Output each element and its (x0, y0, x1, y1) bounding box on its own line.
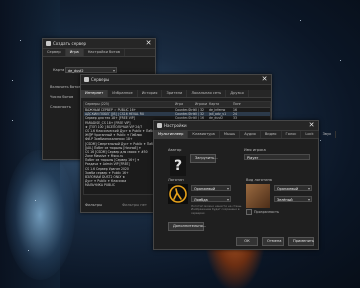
tab-video[interactable]: Видео (261, 131, 282, 138)
advanced-button[interactable]: Дополнительно... (168, 222, 206, 231)
tab-mouse[interactable]: Мышь (220, 131, 241, 138)
tab-lan[interactable]: Локальная сеть (187, 90, 227, 97)
close-icon[interactable]: ✕ (145, 40, 152, 47)
nickname-input[interactable]: Player (244, 154, 310, 160)
servers-titlebar[interactable]: Серверы ✕ (81, 75, 271, 85)
tab-game[interactable]: Игра (65, 49, 84, 56)
bot-count-label: Число ботов (50, 95, 74, 99)
column-players[interactable]: Игроки (195, 102, 209, 107)
app-icon (157, 123, 162, 128)
color-two-select[interactable]: Зелёный (274, 196, 312, 203)
tab-multiplayer[interactable]: Мультиплеер (154, 131, 189, 138)
settings-window: Настройки ✕ Мультиплеер Клавиатура Мышь … (153, 120, 337, 250)
tab-internet[interactable]: Интернет (81, 90, 109, 97)
nickname-label: Имя игрока (244, 148, 266, 152)
logo-label: Логотип (168, 178, 184, 182)
servers-tabs: Интернет Избранное История Зрители Локал… (81, 90, 271, 98)
tab-audio[interactable]: Аудио (240, 131, 261, 138)
column-name[interactable]: Серверы (225) (84, 102, 175, 107)
upload-button[interactable]: Загрузить... (190, 154, 218, 163)
close-icon[interactable]: ✕ (261, 76, 268, 83)
tab-server[interactable]: Сервер (43, 49, 66, 56)
column-game[interactable]: Игра (175, 102, 195, 107)
difficulty-label: Сложность (50, 105, 71, 109)
star (12, 80, 13, 81)
star (320, 140, 321, 141)
settings-titlebar[interactable]: Настройки ✕ (154, 121, 318, 131)
tab-spectate[interactable]: Зрители (162, 90, 188, 97)
logo-preview-label: Вид логотипа (246, 178, 272, 182)
logo-preview (168, 184, 188, 204)
tab-keyboard[interactable]: Клавиатура (188, 131, 220, 138)
star (340, 60, 341, 61)
tab-favorites[interactable]: Избранное (108, 90, 138, 97)
star (35, 200, 36, 201)
filters-bar: Фильтры Фильтры нет (85, 203, 147, 207)
question-icon: ? (173, 158, 183, 174)
create-game-tabs: Сервер Игра Настройки ботов (43, 49, 155, 57)
star (28, 250, 29, 251)
no-filters-label: Фильтры нет (122, 203, 147, 207)
tab-friends[interactable]: Друзья (226, 90, 249, 97)
servers-title: Серверы (91, 77, 110, 82)
background-glow (5, 150, 75, 280)
tab-history[interactable]: История (138, 90, 163, 97)
color-one-select[interactable]: Оранжевый (274, 185, 312, 192)
color-preview-box (246, 184, 270, 208)
column-map[interactable]: Карта (209, 102, 233, 107)
star (20, 40, 21, 41)
logo-type-select[interactable]: Лямбда (191, 196, 231, 203)
logo-color-select[interactable]: Оранжевый (191, 185, 231, 192)
settings-tabs: Мультиплеер Клавиатура Мышь Аудио Видео … (154, 131, 337, 139)
transparency-row: Прозрачность (246, 209, 279, 215)
transparency-checkbox[interactable] (246, 209, 252, 215)
app-icon (84, 77, 89, 82)
ok-button[interactable]: ОК (236, 237, 258, 246)
map-select[interactable]: de_dust2 (65, 67, 117, 74)
close-icon[interactable]: ✕ (308, 122, 315, 129)
tab-voice[interactable]: Голос (282, 131, 302, 138)
tab-lock[interactable]: Lock (301, 131, 319, 138)
logo-note: Логотип можно нанести на стены. Изображе… (191, 204, 243, 215)
star (12, 120, 13, 121)
cancel-button[interactable]: Отмена (262, 237, 284, 246)
transparency-label: Прозрачность (254, 210, 279, 214)
map-label: Карта (53, 68, 65, 72)
enable-bots-checkbox-label[interactable]: Включить ботов (50, 85, 81, 89)
create-game-title: Создать сервер (53, 41, 87, 46)
tab-bot-settings[interactable]: Настройки ботов (84, 49, 125, 56)
avatar-preview: ? (170, 156, 186, 176)
create-game-titlebar[interactable]: Создать сервер ✕ (43, 39, 155, 49)
apply-button[interactable]: Применить (288, 237, 314, 246)
lambda-logo-icon (169, 185, 187, 203)
app-icon (46, 41, 51, 46)
tab-sound[interactable]: Звук (319, 131, 337, 138)
column-ping[interactable]: Пинг (233, 102, 241, 107)
avatar-label: Аватар (168, 148, 182, 152)
settings-title: Настройки (164, 123, 187, 128)
filters-label[interactable]: Фильтры (85, 203, 102, 207)
star (300, 20, 301, 21)
